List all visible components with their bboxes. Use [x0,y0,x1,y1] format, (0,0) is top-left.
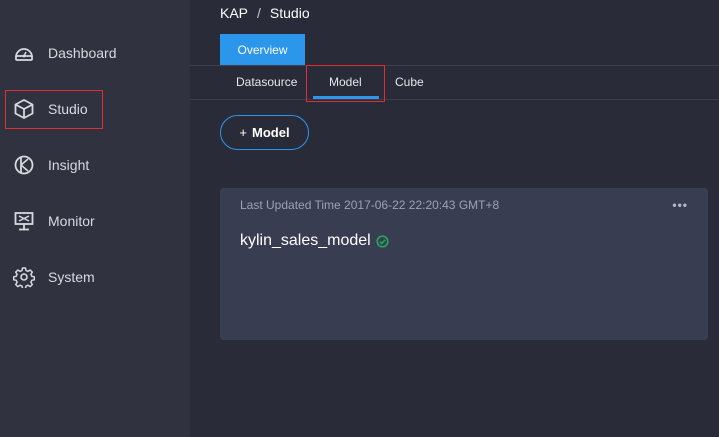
model-card[interactable]: Last Updated Time 2017-06-22 22:20:43 GM… [220,188,708,340]
sidebar-item-insight[interactable]: Insight [0,146,190,184]
tab-overview[interactable]: Overview [220,34,305,65]
monitor-icon [13,210,35,232]
breadcrumb-root[interactable]: KAP [220,5,248,21]
model-name[interactable]: kylin_sales_model [240,232,371,250]
gear-icon [13,266,35,288]
sidebar-item-dashboard[interactable]: Dashboard [0,34,190,72]
tab-bar-divider [190,65,719,66]
breadcrumb: KAP / Studio [220,5,310,21]
check-circle-icon [376,234,389,248]
insight-icon [13,154,35,176]
sidebar-item-label: System [48,269,95,285]
last-updated-time: Last Updated Time 2017-06-22 22:20:43 GM… [240,198,500,212]
model-name-row: kylin_sales_model [240,232,389,250]
breadcrumb-current: Studio [269,5,310,21]
subtab-divider [190,99,719,100]
subtab-datasource[interactable]: Datasource [236,75,297,89]
subtab-cube[interactable]: Cube [395,75,424,89]
more-options-icon[interactable]: ••• [672,198,688,212]
add-model-label: Model [252,125,290,140]
sidebar-item-label: Dashboard [48,45,117,61]
breadcrumb-separator: / [257,5,261,21]
sidebar: Dashboard Studio Insight Monitor System [0,0,190,437]
sidebar-item-label: Monitor [48,213,95,229]
dashboard-icon [13,42,35,64]
sidebar-item-label: Insight [48,157,90,173]
plus-icon: + [239,125,248,140]
tab-overview-label: Overview [237,42,288,57]
studio-highlight-box [5,90,103,129]
sidebar-item-monitor[interactable]: Monitor [0,202,190,240]
add-model-button[interactable]: + Model [220,115,309,150]
sidebar-item-system[interactable]: System [0,258,190,296]
model-tab-highlight-box [306,65,385,102]
